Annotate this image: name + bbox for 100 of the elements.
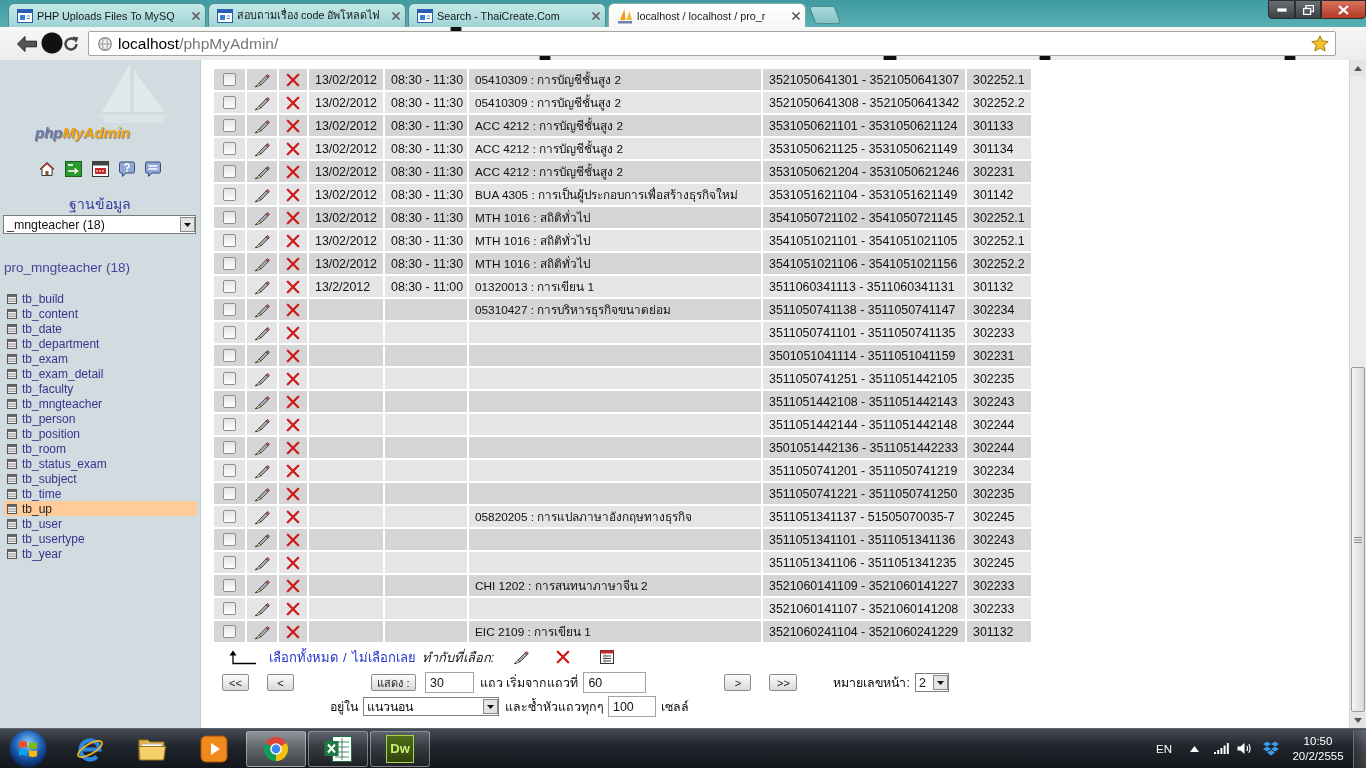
- query-window-icon[interactable]: [92, 161, 109, 177]
- caret-icon[interactable]: [180, 217, 195, 232]
- delete-icon[interactable]: [286, 486, 300, 501]
- row-checkbox[interactable]: [223, 579, 236, 592]
- table-list-item[interactable]: tb_mngteacher: [4, 396, 197, 411]
- row-checkbox[interactable]: [223, 441, 236, 454]
- table-list-item[interactable]: tb_user: [4, 516, 197, 531]
- row-checkbox[interactable]: [223, 533, 236, 546]
- pencil-icon[interactable]: [254, 324, 270, 341]
- close-icon[interactable]: [391, 10, 401, 21]
- box-logo-icon[interactable]: [1263, 741, 1279, 756]
- pencil-icon[interactable]: [254, 163, 270, 180]
- row-checkbox[interactable]: [223, 487, 236, 500]
- table-list-item[interactable]: tb_year: [4, 546, 197, 561]
- help-icon[interactable]: [119, 161, 135, 177]
- delete-icon[interactable]: [286, 256, 300, 271]
- delete-icon[interactable]: [286, 279, 300, 294]
- delete-icon[interactable]: [286, 164, 300, 179]
- row-checkbox[interactable]: [223, 303, 236, 316]
- delete-icon[interactable]: [286, 210, 300, 225]
- table-icon[interactable]: [7, 488, 17, 499]
- delete-icon[interactable]: [286, 463, 300, 478]
- delete-icon[interactable]: [286, 624, 300, 639]
- pencil-icon[interactable]: [254, 140, 270, 157]
- row-checkbox[interactable]: [223, 234, 236, 247]
- table-list-item[interactable]: tb_build: [4, 291, 197, 306]
- row-checkbox[interactable]: [223, 395, 236, 408]
- delete-icon[interactable]: [286, 95, 300, 110]
- speaker-icon[interactable]: [1237, 742, 1252, 755]
- pencil-icon[interactable]: [254, 600, 270, 617]
- table-list-item[interactable]: tb_position: [4, 426, 197, 441]
- show-desktop-button[interactable]: [1353, 729, 1366, 768]
- pencil-icon[interactable]: [254, 485, 270, 502]
- delete-icon[interactable]: [286, 601, 300, 616]
- pencil-icon[interactable]: [254, 623, 270, 640]
- row-checkbox[interactable]: [223, 349, 236, 362]
- pencil-icon[interactable]: [254, 554, 270, 571]
- clock-date[interactable]: 20/2/2555: [1292, 748, 1344, 764]
- scroll-down-button[interactable]: [1350, 712, 1366, 728]
- pencil-icon[interactable]: [254, 416, 270, 433]
- pencil-icon[interactable]: [513, 649, 530, 665]
- row-checkbox[interactable]: [223, 464, 236, 477]
- pencil-icon[interactable]: [254, 462, 270, 479]
- table-list-item[interactable]: tb_person: [4, 411, 197, 426]
- row-checkbox[interactable]: [223, 165, 236, 178]
- browser-tab[interactable]: PHP Uploads Files To MySQ: [8, 3, 206, 27]
- delete-icon[interactable]: [286, 141, 300, 156]
- pencil-icon[interactable]: [254, 209, 270, 226]
- caret-icon[interactable]: [932, 675, 948, 690]
- scroll-up-button[interactable]: [1350, 60, 1366, 76]
- row-checkbox[interactable]: [223, 280, 236, 293]
- table-list-item[interactable]: tb_content: [4, 306, 197, 321]
- table-icon[interactable]: [7, 368, 17, 379]
- taskbar-app-button[interactable]: [308, 730, 368, 767]
- pencil-icon[interactable]: [254, 531, 270, 548]
- pencil-icon[interactable]: [254, 94, 270, 111]
- database-select[interactable]: _mngteacher (18): [3, 215, 196, 234]
- table-list-item[interactable]: tb_usertype: [4, 531, 197, 546]
- row-checkbox[interactable]: [223, 257, 236, 270]
- delete-icon[interactable]: [286, 72, 300, 87]
- table-list-item[interactable]: tb_department: [4, 336, 197, 351]
- previous-page-button[interactable]: <: [267, 674, 294, 691]
- delete-icon[interactable]: [286, 417, 300, 432]
- row-checkbox[interactable]: [223, 142, 236, 155]
- table-icon[interactable]: [7, 323, 17, 334]
- delete-icon[interactable]: [556, 650, 571, 664]
- caret-icon[interactable]: [483, 699, 498, 714]
- row-checkbox[interactable]: [223, 602, 236, 615]
- table-list-item[interactable]: tb_room: [4, 441, 197, 456]
- table-list-item[interactable]: tb_exam_detail: [4, 366, 197, 381]
- last-page-button[interactable]: >>: [769, 674, 798, 691]
- delete-icon[interactable]: [286, 578, 300, 593]
- browser-tab[interactable]: localhost / localhost / pro_r: [608, 3, 806, 27]
- reload-icon[interactable]: [62, 34, 80, 53]
- pencil-icon[interactable]: [254, 255, 270, 272]
- pencil-icon[interactable]: [254, 71, 270, 88]
- display-mode-select[interactable]: แนวนอน: [363, 697, 499, 716]
- start-row-input[interactable]: 60: [583, 672, 647, 693]
- clock-time[interactable]: 10:50: [1303, 733, 1333, 749]
- table-icon[interactable]: [7, 458, 17, 469]
- row-checkbox[interactable]: [223, 625, 236, 638]
- delete-icon[interactable]: [286, 233, 300, 248]
- scroll-thumb[interactable]: [1351, 367, 1365, 712]
- row-checkbox[interactable]: [223, 188, 236, 201]
- delete-icon[interactable]: [286, 371, 300, 386]
- taskbar-app-button[interactable]: Dw: [370, 730, 430, 767]
- row-checkbox[interactable]: [223, 326, 236, 339]
- select-all-link[interactable]: เลือกทั้งหมด: [269, 646, 338, 668]
- delete-icon[interactable]: [286, 394, 300, 409]
- table-list-item[interactable]: tb_date: [4, 321, 197, 336]
- pencil-icon[interactable]: [254, 508, 270, 525]
- row-checkbox[interactable]: [223, 510, 236, 523]
- back-arrow-icon[interactable]: [16, 34, 38, 53]
- pencil-icon[interactable]: [254, 393, 270, 410]
- table-list-item[interactable]: tb_time: [4, 486, 197, 501]
- minimize-button[interactable]: [1268, 0, 1295, 19]
- table-icon[interactable]: [7, 383, 17, 394]
- table-list-item[interactable]: tb_exam: [4, 351, 197, 366]
- pencil-icon[interactable]: [254, 186, 270, 203]
- pencil-icon[interactable]: [254, 278, 270, 295]
